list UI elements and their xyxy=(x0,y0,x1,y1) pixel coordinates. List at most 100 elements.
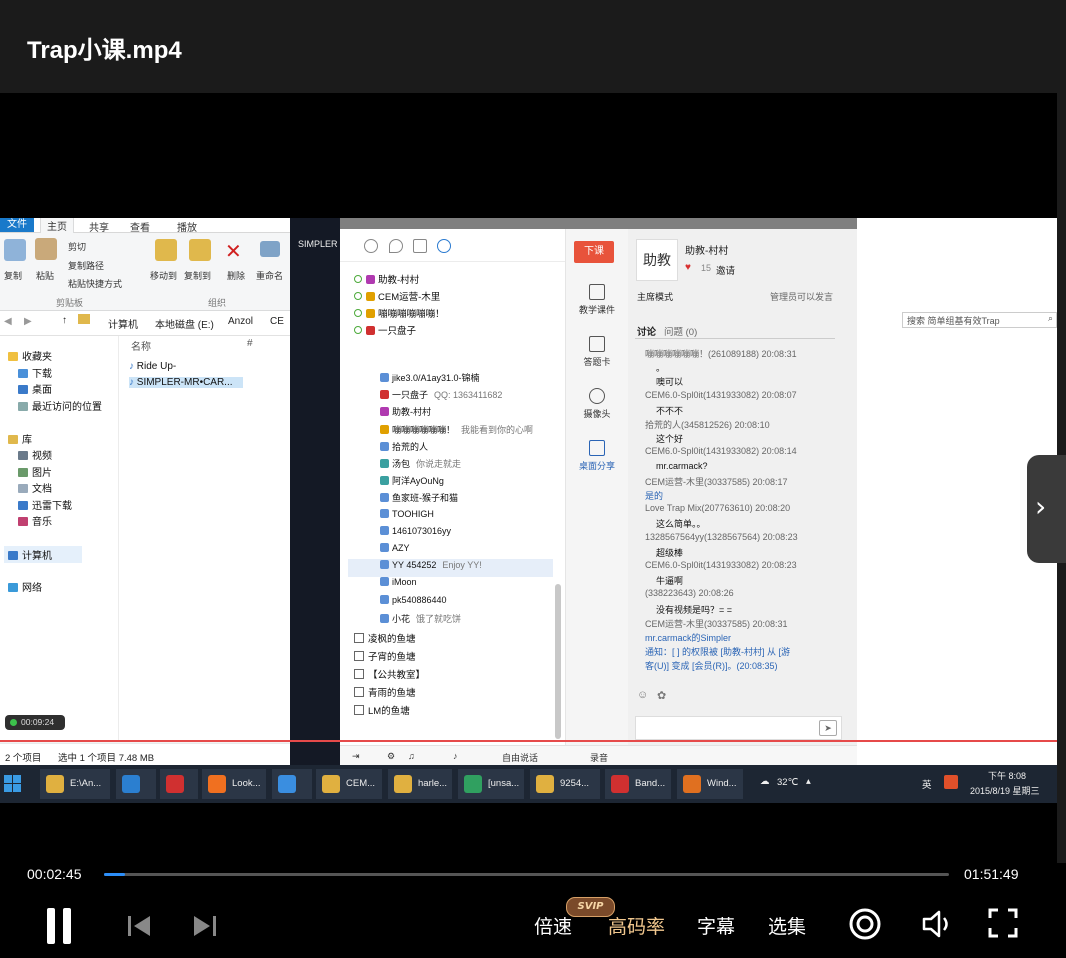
channel-row[interactable]: 青雨的鱼塘 xyxy=(354,685,416,699)
address-bar[interactable]: ◀ ▶ ↑ 计算机 本地磁盘 (E:) Anzol CE xyxy=(0,311,290,336)
taskbar-item[interactable] xyxy=(160,769,198,799)
nav-documents[interactable]: 文档 xyxy=(18,480,52,495)
file-row[interactable]: ♪ SIMPLER-MR•CAR... xyxy=(129,377,243,388)
member-row[interactable]: jike3.0/A1ay31.0-锦楠 xyxy=(380,371,486,384)
channel-row[interactable]: 凌枫的鱼塘 xyxy=(354,631,416,645)
list-icon[interactable] xyxy=(413,239,427,253)
taskbar-item[interactable]: 9254... xyxy=(530,769,600,799)
tray-up-icon[interactable]: ▴ xyxy=(806,776,811,787)
pause-button[interactable] xyxy=(47,908,72,944)
back-icon[interactable]: ◀ xyxy=(4,316,12,327)
flower-icon[interactable]: ✿ xyxy=(657,689,666,702)
taskbar-item[interactable]: Wind... xyxy=(677,769,743,799)
music-icon[interactable]: ♪ xyxy=(453,751,458,761)
subtitles-button[interactable]: 字幕 xyxy=(697,912,735,939)
ime-indicator[interactable]: 英 xyxy=(922,777,932,791)
fullscreen-icon[interactable] xyxy=(987,907,1019,939)
end-class-button[interactable]: 下课 xyxy=(574,241,614,263)
member-row[interactable]: YY 454252 Enjoy YY! xyxy=(380,560,482,570)
member-row[interactable]: 拾荒的人 xyxy=(380,440,434,453)
member-row[interactable]: 嘣嘣嘣嘣嘣嘣！ 我能看到你的心啊 xyxy=(380,423,533,436)
nav-computer[interactable]: 计算机 xyxy=(4,546,82,563)
exit-icon[interactable]: ⇥ xyxy=(352,751,360,762)
file-row[interactable]: ♪ Ride Up- xyxy=(129,361,176,372)
answer-card-button[interactable]: 答题卡 xyxy=(566,336,628,368)
user-icon[interactable] xyxy=(364,239,378,253)
top-list-item[interactable]: 一只盘子 xyxy=(354,323,416,337)
nav-music[interactable]: 音乐 xyxy=(18,513,52,528)
nav-videos[interactable]: 视频 xyxy=(18,447,52,462)
chat-input[interactable]: ➤ xyxy=(635,716,842,740)
up-icon[interactable]: ↑ xyxy=(62,315,67,326)
taskbar-item[interactable]: E:\An... xyxy=(40,769,110,799)
member-row[interactable]: 鱼家班-猴子和猫 xyxy=(380,491,464,504)
member-row[interactable]: 助教-村村 xyxy=(380,405,437,418)
windows-start-icon[interactable] xyxy=(4,775,22,793)
progress-bar[interactable] xyxy=(104,873,949,876)
forward-icon[interactable]: ▶ xyxy=(24,316,32,327)
speed-button[interactable]: 倍速 xyxy=(534,912,572,939)
taskbar-item[interactable]: CEM... xyxy=(316,769,382,799)
tab-discuss[interactable]: 讨论 xyxy=(637,324,656,338)
nav-pictures[interactable]: 图片 xyxy=(18,464,52,479)
invite-link[interactable]: 邀请 xyxy=(716,263,735,277)
settings-icon[interactable]: ⚙ xyxy=(387,751,395,762)
member-row[interactable]: 1461073016yy xyxy=(380,525,457,536)
send-icon[interactable]: ➤ xyxy=(819,720,837,736)
member-scrollbar[interactable] xyxy=(555,584,561,739)
member-row[interactable]: 小花 饿了就吃饼 xyxy=(380,612,461,625)
taskbar-item[interactable] xyxy=(272,769,312,799)
nav-desktop[interactable]: 桌面 xyxy=(18,381,52,396)
member-row[interactable]: iMoon xyxy=(380,577,423,587)
volume-icon[interactable] xyxy=(920,907,954,941)
next-icon[interactable] xyxy=(192,913,218,939)
taskbar-item[interactable]: Band... xyxy=(605,769,671,799)
emoji-icon[interactable]: ☺ xyxy=(637,689,648,701)
breadcrumb-disk[interactable]: 本地磁盘 (E:) xyxy=(155,316,214,331)
channel-row[interactable]: 子宵的鱼塘 xyxy=(354,649,416,663)
record-label[interactable]: 录音 xyxy=(590,751,608,764)
taskbar-item[interactable] xyxy=(116,769,156,799)
nav-libraries[interactable]: 库 xyxy=(8,431,32,446)
member-row[interactable]: pk540886440 xyxy=(380,594,453,605)
speaker-icon[interactable]: ♫ xyxy=(408,751,415,761)
top-list-item[interactable]: 嘣嘣嘣嘣嘣嘣！ xyxy=(354,306,445,320)
breadcrumb-computer[interactable]: 计算机 xyxy=(108,316,138,331)
breadcrumb-ce[interactable]: CE xyxy=(270,316,284,327)
nav-downloads[interactable]: 下载 xyxy=(18,365,52,380)
sogou-icon[interactable] xyxy=(944,775,958,789)
taskbar-item[interactable]: Look... xyxy=(202,769,266,799)
nav-favorites[interactable]: 收藏夹 xyxy=(8,348,52,363)
channel-row[interactable]: LM的鱼塘 xyxy=(354,703,410,717)
col-name[interactable]: 名称 xyxy=(131,338,151,353)
search-icon[interactable] xyxy=(437,239,451,253)
top-list-item[interactable]: CEM运营-木里 xyxy=(354,289,440,303)
member-row[interactable]: 汤包 你说走就走 xyxy=(380,457,461,470)
desktop-share-button[interactable]: 桌面分享 xyxy=(566,440,628,472)
taskbar-item[interactable]: [unsa... xyxy=(458,769,524,799)
member-row[interactable]: 阿洋AyOuNg xyxy=(380,474,450,487)
tab-questions[interactable]: 问题 (0) xyxy=(664,324,697,338)
taskbar-item[interactable]: harle... xyxy=(388,769,452,799)
camera-button[interactable]: 摄像头 xyxy=(566,388,628,420)
col-number[interactable]: # xyxy=(247,338,253,349)
nav-network[interactable]: 网络 xyxy=(8,579,42,594)
location-icon[interactable] xyxy=(389,239,403,253)
member-row[interactable]: 一只盘子 QQ: 1363411682 xyxy=(380,388,502,401)
member-row[interactable]: TOOHIGH xyxy=(380,508,440,519)
episodes-button[interactable]: 选集 xyxy=(768,912,806,939)
explorer-search-box[interactable]: 搜索 简单组基有效Trap ⌕ xyxy=(902,312,1057,328)
video-frame[interactable]: 文件 主页 共享 查看 播放 复制 粘贴 剪切 复制路径 粘贴快捷方式 剪贴板 … xyxy=(0,93,1057,863)
hq-button[interactable]: 高码率 xyxy=(608,912,665,939)
mode-select[interactable]: 主席模式 xyxy=(637,290,673,303)
nav-thunder[interactable]: 迅雷下载 xyxy=(18,497,72,512)
previous-icon[interactable] xyxy=(126,913,152,939)
quality-icon[interactable] xyxy=(848,907,882,941)
courseware-button[interactable]: 教学课件 xyxy=(566,284,628,316)
free-talk-label[interactable]: 自由说话 xyxy=(502,751,538,764)
channel-row[interactable]: 【公共教室】 xyxy=(354,667,425,681)
breadcrumb-anzol[interactable]: Anzol xyxy=(228,316,253,327)
member-row[interactable]: AZY xyxy=(380,543,416,553)
top-list-item[interactable]: 助教-村村 xyxy=(354,272,419,286)
nav-recent[interactable]: 最近访问的位置 xyxy=(18,398,102,413)
